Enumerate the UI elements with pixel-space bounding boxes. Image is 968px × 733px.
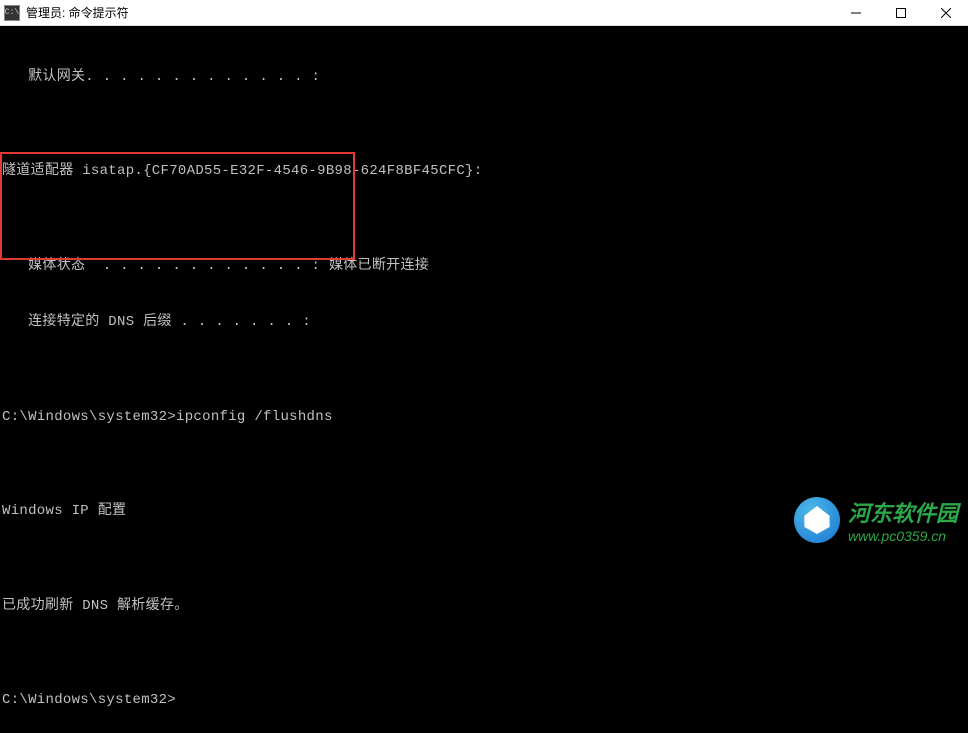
window-title: 管理员: 命令提示符 [26, 4, 129, 21]
minimize-button[interactable] [833, 0, 878, 25]
watermark-text: 河东软件园 www.pc0359.cn [848, 496, 958, 544]
terminal-line: 隧道适配器 isatap.{CF70AD55-E32F-4546-9B98-62… [2, 162, 966, 181]
terminal-line: 媒体状态 . . . . . . . . . . . . : 媒体已断开连接 [2, 257, 966, 276]
terminal-output[interactable]: 默认网关. . . . . . . . . . . . . : 隧道适配器 is… [0, 26, 968, 733]
watermark-url: www.pc0359.cn [848, 528, 946, 544]
watermark-logo-icon [794, 497, 840, 543]
title-bar: C:\ 管理员: 命令提示符 [0, 0, 968, 26]
terminal-line: C:\Windows\system32>ipconfig /flushdns [2, 408, 966, 427]
watermark: 河东软件园 www.pc0359.cn [794, 496, 958, 544]
terminal-line: 默认网关. . . . . . . . . . . . . : [2, 68, 966, 87]
close-button[interactable] [923, 0, 968, 25]
terminal-line: C:\Windows\system32> [2, 691, 966, 710]
close-icon [941, 8, 951, 18]
maximize-button[interactable] [878, 0, 923, 25]
watermark-logo-inner [803, 506, 831, 534]
watermark-name: 河东软件园 [848, 496, 958, 528]
minimize-icon [851, 8, 861, 18]
terminal-line: 连接特定的 DNS 后缀 . . . . . . . : [2, 313, 966, 332]
cmd-icon: C:\ [4, 5, 20, 21]
title-bar-left: C:\ 管理员: 命令提示符 [4, 4, 129, 21]
terminal-line: 已成功刷新 DNS 解析缓存。 [2, 597, 966, 616]
maximize-icon [896, 8, 906, 18]
window-controls [833, 0, 968, 25]
